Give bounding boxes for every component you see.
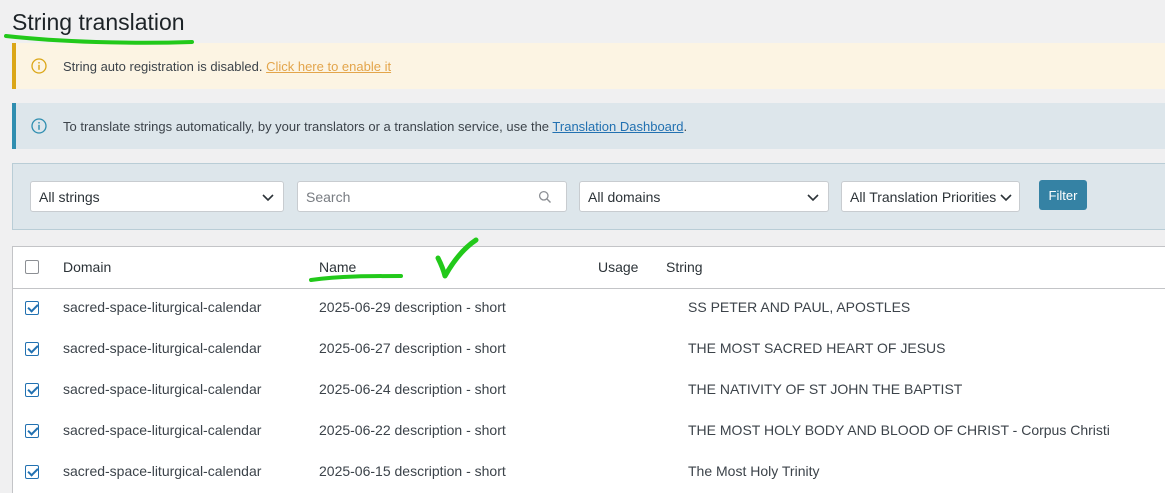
strings-table: Domain Name Usage String sacred-space-li… — [12, 246, 1165, 493]
auto-registration-notice: String auto registration is disabled. Cl… — [12, 43, 1165, 89]
row-string: THE MOST HOLY BODY AND BLOOD OF CHRIST -… — [688, 422, 1110, 438]
notice-text: To translate strings automatically, by y… — [63, 118, 688, 134]
row-name: 2025-06-24 description - short — [319, 381, 506, 397]
filter-bar: All strings Search All domains All Trans… — [12, 163, 1165, 230]
info-icon — [31, 58, 47, 74]
column-header-name[interactable]: Name — [319, 259, 356, 275]
filter-button[interactable]: Filter — [1039, 180, 1087, 210]
translation-dashboard-link[interactable]: Translation Dashboard — [552, 119, 683, 134]
enable-auto-registration-link[interactable]: Click here to enable it — [266, 59, 391, 74]
chevron-down-icon — [999, 190, 1013, 207]
table-row: sacred-space-liturgical-calendar 2025-06-… — [13, 411, 1165, 452]
row-checkbox[interactable] — [25, 424, 39, 438]
row-checkbox[interactable] — [25, 301, 39, 315]
row-domain: sacred-space-liturgical-calendar — [63, 463, 262, 479]
strings-select[interactable]: All strings — [30, 181, 284, 212]
chevron-down-icon — [261, 190, 275, 207]
row-string: THE NATIVITY OF ST JOHN THE BAPTIST — [688, 381, 963, 397]
row-domain: sacred-space-liturgical-calendar — [63, 299, 262, 315]
row-name: 2025-06-22 description - short — [319, 422, 506, 438]
row-name: 2025-06-27 description - short — [319, 340, 506, 356]
column-header-usage: Usage — [598, 259, 639, 275]
search-input[interactable]: Search — [297, 181, 567, 212]
row-name: 2025-06-29 description - short — [319, 299, 506, 315]
row-checkbox[interactable] — [25, 465, 39, 479]
row-domain: sacred-space-liturgical-calendar — [63, 340, 262, 356]
row-name: 2025-06-15 description - short — [319, 463, 506, 479]
row-domain: sacred-space-liturgical-calendar — [63, 422, 262, 438]
row-string: The Most Holy Trinity — [688, 463, 820, 479]
chevron-down-icon — [806, 190, 820, 207]
table-row: sacred-space-liturgical-calendar 2025-06-… — [13, 329, 1165, 370]
row-domain: sacred-space-liturgical-calendar — [63, 381, 262, 397]
info-icon — [31, 118, 47, 134]
select-all-checkbox[interactable] — [25, 260, 39, 274]
column-header-string: String — [666, 259, 703, 275]
translation-priorities-select[interactable]: All Translation Priorities — [841, 181, 1020, 212]
row-string: THE MOST SACRED HEART OF JESUS — [688, 340, 946, 356]
translation-dashboard-notice: To translate strings automatically, by y… — [12, 103, 1165, 149]
row-string: SS PETER AND PAUL, APOSTLES — [688, 299, 911, 315]
column-header-domain[interactable]: Domain — [63, 259, 111, 275]
row-checkbox[interactable] — [25, 342, 39, 356]
table-header: Domain Name Usage String — [13, 247, 1165, 289]
table-row: sacred-space-liturgical-calendar 2025-06-… — [13, 452, 1165, 493]
domains-select[interactable]: All domains — [579, 181, 829, 212]
table-row: sacred-space-liturgical-calendar 2025-06-… — [13, 288, 1165, 329]
search-icon — [538, 190, 552, 207]
row-checkbox[interactable] — [25, 383, 39, 397]
table-row: sacred-space-liturgical-calendar 2025-06-… — [13, 370, 1165, 411]
page-title: String translation — [12, 9, 185, 35]
notice-text: String auto registration is disabled. Cl… — [63, 58, 392, 74]
